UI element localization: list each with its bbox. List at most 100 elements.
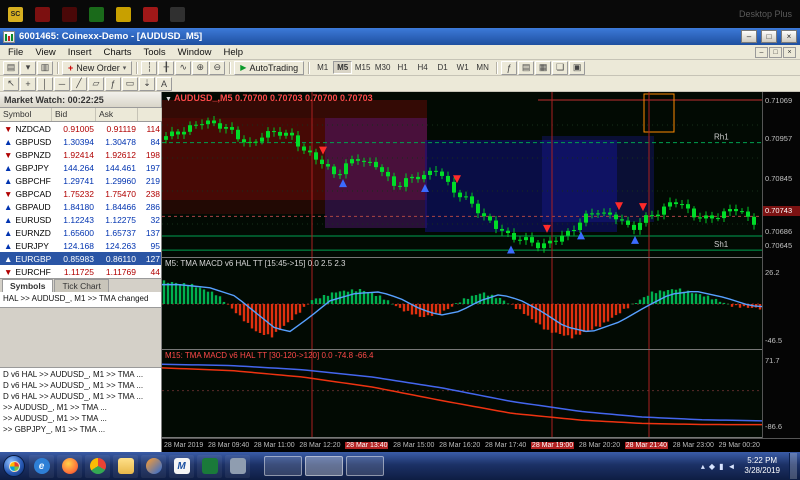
timeframe-d1-button[interactable]: D1 (433, 61, 452, 74)
calculator-icon[interactable] (225, 454, 250, 478)
chrome-icon[interactable] (85, 454, 110, 478)
chart-dropdown-icon[interactable]: ▼ (165, 96, 172, 103)
market-watch-row-nzdcad[interactable]: ▼ NZDCAD 0.91005 0.91119 114 (0, 122, 161, 135)
indicators-icon[interactable]: ƒ (501, 60, 518, 75)
fibonacci-tool[interactable]: ƒ (105, 76, 121, 91)
macd-indicator-pane[interactable]: M5: TMA MACD v6 HAL TT [15:45->15] 0.0 2… (162, 258, 800, 350)
line-chart-icon[interactable]: ∿ (175, 60, 192, 75)
symbol-cell: ▼ NZDCAD (4, 123, 51, 134)
candlestick-chart-icon[interactable]: ╂ (158, 60, 175, 75)
vertical-line-tool[interactable]: │ (37, 76, 53, 91)
periods-icon[interactable]: ▤ (518, 60, 535, 75)
new-chart-icon[interactable]: ▤ (3, 60, 19, 75)
new-order-button[interactable]: + New Order ▾ (62, 60, 133, 75)
taskbar-window-button-2[interactable] (305, 456, 343, 476)
channel-tool[interactable]: ▱ (88, 76, 104, 91)
menu-window[interactable]: Window (172, 46, 218, 59)
market-watch-row-eurnzd[interactable]: ▲ EURNZD 1.65600 1.65737 137 (0, 226, 161, 239)
taskbar-window-button-3[interactable] (346, 456, 384, 476)
mdi-close-button[interactable]: × (783, 46, 796, 58)
text-tool[interactable]: A (156, 76, 172, 91)
horizontal-line-tool[interactable]: ─ (54, 76, 70, 91)
tab-symbols[interactable]: Symbols (2, 279, 54, 292)
folder-icon[interactable] (113, 454, 138, 478)
market-watch-row-eurchf[interactable]: ▼ EURCHF 1.11725 1.11769 44 (0, 265, 161, 278)
volume-icon[interactable]: ◄ (727, 462, 735, 471)
price-scale[interactable]: 0.71069 0.70957 0.70845 0.70686 0.70645 26.2 -… (762, 92, 800, 438)
mdi-minimize-button[interactable]: – (755, 46, 768, 58)
zoom-out-icon[interactable]: ⊖ (209, 60, 226, 75)
market-watch-row-eurgbp[interactable]: ▲ EURGBP 0.85983 0.86110 127 (0, 252, 161, 265)
mdi-restore-button[interactable]: □ (769, 46, 782, 58)
maximize-button[interactable]: □ (761, 30, 777, 43)
menu-help[interactable]: Help (217, 46, 249, 59)
minimize-button[interactable]: – (741, 30, 757, 43)
app-icon-darkred[interactable] (35, 6, 50, 22)
tray-status-icon[interactable]: ◆ (709, 462, 715, 471)
market-watch-row-eurjpy[interactable]: ▲ EURJPY 124.168 124.263 95 (0, 239, 161, 252)
tab-tick-chart[interactable]: Tick Chart (54, 279, 109, 292)
timeframe-h1-button[interactable]: H1 (393, 61, 412, 74)
crosshair-tool[interactable]: + (20, 76, 36, 91)
sc-logo-icon[interactable]: SC (8, 6, 23, 22)
timeframe-w1-button[interactable]: W1 (453, 61, 472, 74)
timeframe-m30-button[interactable]: M30 (373, 61, 392, 74)
timeframe-h4-button[interactable]: H4 (413, 61, 432, 74)
price-scale-label: 0.70686 (765, 227, 793, 236)
menu-tools[interactable]: Tools (137, 46, 171, 59)
timeframe-m1-button[interactable]: M1 (313, 61, 332, 74)
shapes-tool[interactable]: ▭ (122, 76, 138, 91)
app-icon-maroon[interactable] (62, 6, 77, 22)
market-watch-row-gbpaud[interactable]: ▲ GBPAUD 1.84180 1.84466 286 (0, 200, 161, 213)
chart-app-icon[interactable] (197, 454, 222, 478)
templates-icon[interactable]: ▦ (535, 60, 552, 75)
taskbar-clock[interactable]: 5:22 PM 3/28/2019 (739, 456, 785, 475)
chrome-icon (89, 458, 106, 474)
menu-charts[interactable]: Charts (98, 46, 138, 59)
profiles-icon[interactable]: ▥ (37, 60, 53, 75)
market-watch-row-gbpnzd[interactable]: ▼ GBPNZD 1.92414 1.92612 198 (0, 148, 161, 161)
network-icon[interactable]: ▮ (719, 462, 723, 471)
menu-insert[interactable]: Insert (62, 46, 98, 59)
market-watch-panel: Market Watch: 00:22:25 Symbol Bid Ask ▼ NZD… (0, 92, 162, 452)
mt4-terminal-icon[interactable]: M (169, 454, 194, 478)
market-watch-row-gbpchf[interactable]: ▲ GBPCHF 1.29741 1.29960 219 (0, 174, 161, 187)
internet-explorer-icon[interactable]: e (29, 454, 54, 478)
close-button[interactable]: × (781, 30, 797, 43)
chart-window[interactable]: Rh1 Sh1 ▼ AUDUSD_,M5 0.70700 0.70703 0.707… (162, 92, 800, 452)
app-icon-flags[interactable] (89, 6, 104, 22)
show-desktop-button[interactable] (789, 453, 797, 479)
media-player-icon[interactable] (141, 454, 166, 478)
market-watch-row-gbpjpy[interactable]: ▲ GBPJPY 144.264 144.461 197 (0, 161, 161, 174)
timeframe-m15-button[interactable]: M15 (353, 61, 372, 74)
chart-dropdown-icon[interactable]: ▾ (20, 60, 36, 75)
market-watch-row-gbpusd[interactable]: ▲ GBPUSD 1.30394 1.30478 84 (0, 135, 161, 148)
bar-chart-icon[interactable]: ┆ (141, 60, 158, 75)
zoom-in-icon[interactable]: ⊕ (192, 60, 209, 75)
start-button[interactable] (3, 455, 25, 477)
menu-file[interactable]: File (2, 46, 29, 59)
tma-indicator-pane[interactable]: M15: TMA MACD v6 HAL TT [30-120->120] 0.… (162, 350, 800, 438)
symbol-cell: ▼ GBPCAD (4, 188, 52, 199)
taskbar-window-button-1[interactable] (264, 456, 302, 476)
ask-cell: 0.86110 (105, 253, 136, 264)
timeframe-m5-button[interactable]: M5 (333, 61, 353, 74)
app-icon-red[interactable] (143, 6, 158, 22)
menu-view[interactable]: View (29, 46, 61, 59)
app-icon-yellow[interactable] (116, 6, 131, 22)
cursor-tool[interactable]: ↖ (3, 76, 19, 91)
time-axis[interactable]: 28 Mar 2019 28 Mar 09:40 28 Mar 11:00 28 Ma… (162, 438, 800, 452)
firefox-icon[interactable] (57, 454, 82, 478)
bid-cell: 1.75232 (63, 188, 94, 199)
cascade-windows-icon[interactable]: ❏ (552, 60, 569, 75)
trendline-tool[interactable]: ╱ (71, 76, 87, 91)
market-watch-row-gbpcad[interactable]: ▼ GBPCAD 1.75232 1.75470 238 (0, 187, 161, 200)
timeframe-mn-button[interactable]: MN (473, 61, 492, 74)
tray-expand-icon[interactable]: ▴ (701, 462, 705, 471)
main-price-pane[interactable]: Rh1 Sh1 ▼ AUDUSD_,M5 0.70700 0.70703 0.707… (162, 92, 800, 258)
market-watch-row-eurusd[interactable]: ▲ EURUSD 1.12243 1.12275 32 (0, 213, 161, 226)
arrows-tool[interactable]: ⇣ (139, 76, 155, 91)
app-icon-dark[interactable] (170, 6, 185, 22)
tile-windows-icon[interactable]: ▣ (569, 60, 586, 75)
autotrading-button[interactable]: ▶ AutoTrading (234, 60, 305, 75)
